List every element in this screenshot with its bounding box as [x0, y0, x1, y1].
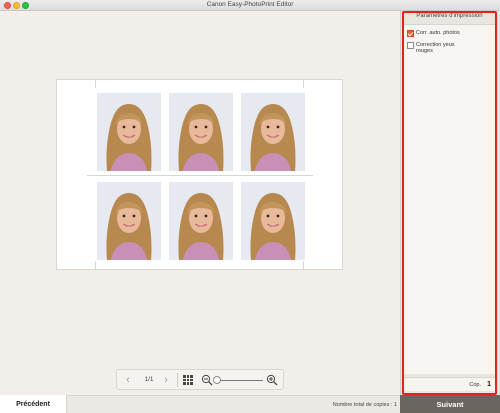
zoom-in-icon[interactable] [266, 374, 278, 386]
photo-tile[interactable] [241, 182, 305, 260]
zoom-out-icon[interactable] [201, 374, 213, 386]
toolbar-separator [177, 373, 178, 387]
highlight-frame [402, 11, 497, 395]
previous-button[interactable]: Précédent [0, 395, 67, 413]
next-button[interactable]: Suivant [400, 395, 500, 413]
photo-tile[interactable] [97, 93, 161, 171]
portrait-image [169, 93, 233, 171]
window-title: Canon Easy-PhotoPrint Editor [206, 1, 294, 8]
page-indicator: 1/1 [144, 376, 154, 383]
total-copies-text: Nombre total de copies : 1 [332, 402, 397, 408]
cut-guide [303, 261, 304, 269]
photo-tile[interactable] [97, 182, 161, 260]
chevron-right-icon: › [164, 374, 168, 386]
photo-tile[interactable] [241, 93, 305, 171]
title-bar: Canon Easy-PhotoPrint Editor [0, 0, 500, 11]
next-page-button[interactable]: › [159, 373, 173, 387]
cut-guide [87, 175, 313, 176]
portrait-image [97, 182, 161, 260]
cut-guide [95, 261, 96, 269]
chevron-left-icon: ‹ [126, 374, 130, 386]
photo-tile[interactable] [169, 93, 233, 171]
photo-tile[interactable] [169, 182, 233, 260]
zoom-slider-track[interactable] [217, 380, 263, 381]
cut-guide [303, 80, 304, 88]
portrait-image [241, 93, 305, 171]
preview-toolbar: ‹ 1/1 › [116, 369, 284, 390]
print-preview-paper [56, 79, 343, 270]
portrait-image [97, 93, 161, 171]
grid-view-icon[interactable] [183, 375, 193, 385]
previous-page-button[interactable]: ‹ [121, 373, 135, 387]
zoom-slider-thumb[interactable] [213, 376, 221, 384]
cut-guide [95, 80, 96, 88]
portrait-image [241, 182, 305, 260]
portrait-image [169, 182, 233, 260]
